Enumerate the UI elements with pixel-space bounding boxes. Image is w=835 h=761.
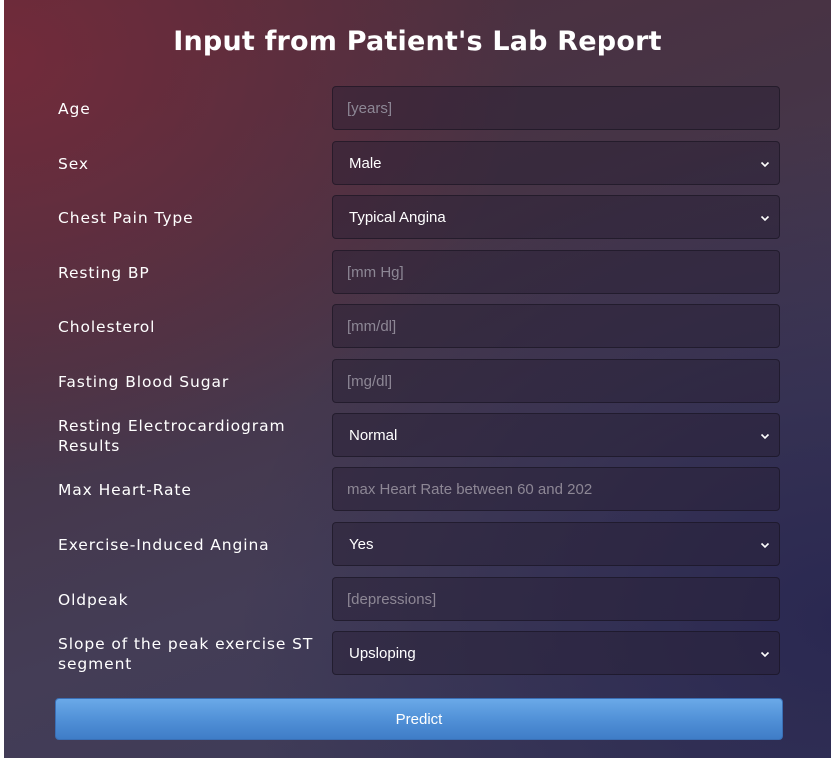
form-row-resting-bp: Resting BP: [4, 250, 831, 296]
form-row-age: Age: [4, 86, 831, 132]
chest-pain-select-value: Typical Angina: [349, 208, 446, 226]
oldpeak-label: Oldpeak: [58, 591, 129, 609]
predict-button[interactable]: Predict: [55, 698, 783, 740]
age-input[interactable]: [332, 86, 780, 130]
form-row-exercise-angina: Exercise-Induced Angina Yes: [4, 522, 831, 568]
chest-pain-select[interactable]: Typical Angina: [332, 195, 780, 239]
sex-select[interactable]: Male: [332, 141, 780, 185]
form-row-fasting-sugar: Fasting Blood Sugar: [4, 359, 831, 405]
form-row-resting-ecg: Resting Electrocardiogram Results Normal: [4, 413, 831, 459]
resting-ecg-select-value: Normal: [349, 426, 398, 444]
age-label: Age: [58, 100, 91, 118]
max-hr-label: Max Heart-Rate: [58, 481, 192, 499]
resting-ecg-label: Resting Electrocardiogram Results: [58, 417, 286, 455]
form-row-max-hr: Max Heart-Rate: [4, 467, 831, 513]
exercise-angina-select-value: Yes: [349, 535, 374, 553]
form-row-oldpeak: Oldpeak: [4, 577, 831, 623]
resting-bp-label: Resting BP: [58, 264, 150, 282]
resting-ecg-select[interactable]: Normal: [332, 413, 780, 457]
form-row-st-slope: Slope of the peak exercise ST segment Up…: [4, 631, 831, 677]
st-slope-select-value: Upsloping: [349, 644, 416, 662]
form-row-sex: Sex Male: [4, 141, 831, 187]
fasting-sugar-input[interactable]: [332, 359, 780, 403]
chest-pain-label: Chest Pain Type: [58, 209, 194, 227]
form-page: Input from Patient's Lab Report Age Sex …: [4, 0, 831, 758]
cholesterol-input[interactable]: [332, 304, 780, 348]
exercise-angina-select[interactable]: Yes: [332, 522, 780, 566]
chevron-down-icon: [760, 651, 770, 658]
chevron-down-icon: [760, 433, 770, 440]
form-row-chest-pain: Chest Pain Type Typical Angina: [4, 195, 831, 241]
page-title: Input from Patient's Lab Report: [173, 26, 662, 57]
sex-select-value: Male: [349, 154, 382, 172]
cholesterol-label: Cholesterol: [58, 318, 156, 336]
chevron-down-icon: [760, 161, 770, 168]
fasting-sugar-label: Fasting Blood Sugar: [58, 373, 230, 391]
sex-label: Sex: [58, 155, 89, 173]
max-hr-input[interactable]: [332, 467, 780, 511]
form-row-cholesterol: Cholesterol: [4, 304, 831, 350]
exercise-angina-label: Exercise-Induced Angina: [58, 536, 270, 554]
st-slope-select[interactable]: Upsloping: [332, 631, 780, 675]
st-slope-label: Slope of the peak exercise ST segment: [58, 635, 314, 673]
chevron-down-icon: [760, 542, 770, 549]
oldpeak-input[interactable]: [332, 577, 780, 621]
chevron-down-icon: [760, 215, 770, 222]
resting-bp-input[interactable]: [332, 250, 780, 294]
